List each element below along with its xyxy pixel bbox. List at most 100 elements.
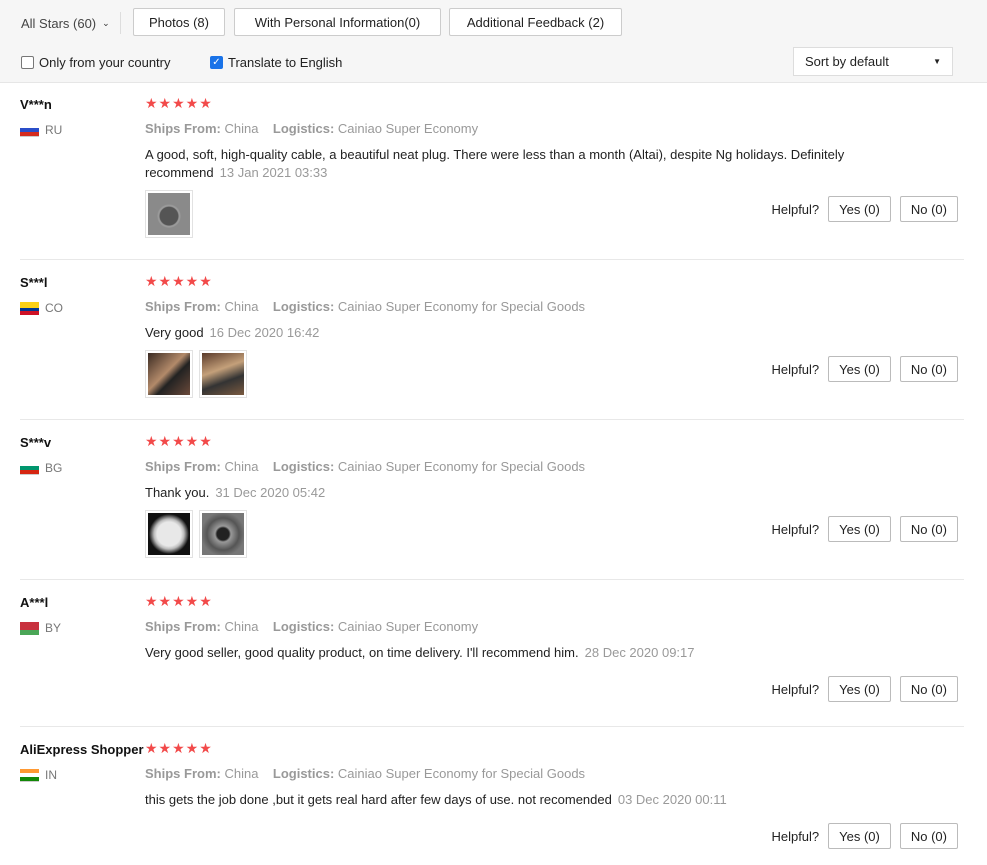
review-item: AliExpress Shopper IN ★★★★★ Ships From: … <box>20 740 964 865</box>
reviewer-country: IN <box>20 768 57 782</box>
review-text: Very good <box>145 325 204 340</box>
review-photos <box>145 510 247 558</box>
sort-dropdown[interactable]: Sort by default ▼ <box>793 47 953 76</box>
reviewer-name: S***v <box>20 435 52 450</box>
chevron-down-icon: ▼ <box>933 57 941 66</box>
translate-checkbox[interactable]: ✓ Translate to English <box>210 55 342 70</box>
reviewer-country: BY <box>20 621 61 635</box>
ships-from-label: Ships From: <box>145 619 221 634</box>
country-code: CO <box>45 301 63 315</box>
checkbox-checked-icon[interactable]: ✓ <box>210 56 223 69</box>
helpful-no-button[interactable]: No (0) <box>899 676 958 702</box>
shipping-info: Ships From: China Logistics: Cainiao Sup… <box>145 619 478 634</box>
ships-from-label: Ships From: <box>145 299 221 314</box>
flag-ru-icon <box>20 123 39 137</box>
review-item: V***n RU ★★★★★ Ships From: China Logisti… <box>20 95 964 260</box>
helpful-vote: Helpful? Yes (0) No (0) <box>771 196 958 222</box>
helpful-label: Helpful? <box>771 681 820 697</box>
sort-label: Sort by default <box>805 54 889 69</box>
ships-from-value: China <box>224 121 259 136</box>
flag-by-icon <box>20 621 39 635</box>
reviewer-name: V***n <box>20 97 52 112</box>
helpful-vote: Helpful? Yes (0) No (0) <box>771 356 958 382</box>
helpful-vote: Helpful? Yes (0) No (0) <box>771 823 958 849</box>
ships-from-value: China <box>224 459 259 474</box>
review-photo-thumbnail[interactable] <box>145 350 193 398</box>
reviewer-country: BG <box>20 461 62 475</box>
country-code: BY <box>45 621 62 635</box>
review-photo-thumbnail[interactable] <box>145 510 193 558</box>
logistics-label: Logistics: <box>272 299 335 314</box>
logistics-value: Cainiao Super Economy for Special Goods <box>337 766 586 781</box>
photos-filter-button[interactable]: Photos (8) <box>133 8 225 36</box>
star-rating: ★★★★★ <box>145 433 213 449</box>
shipping-info: Ships From: China Logistics: Cainiao Sup… <box>145 121 478 136</box>
helpful-yes-button[interactable]: Yes (0) <box>828 516 891 542</box>
star-filter-label: All Stars (60) <box>21 16 97 31</box>
ships-from-value: China <box>224 619 259 634</box>
star-rating: ★★★★★ <box>145 593 213 609</box>
logistics-label: Logistics: <box>272 619 335 634</box>
country-code: RU <box>45 123 63 137</box>
review-item: S***l CO ★★★★★ Ships From: China Logisti… <box>20 273 964 420</box>
ships-from-label: Ships From: <box>145 121 221 136</box>
review-content: Thank you. 31 Dec 2020 05:42 <box>145 484 865 502</box>
helpful-no-button[interactable]: No (0) <box>899 356 958 382</box>
reviewer-name: A***l <box>20 595 49 610</box>
review-photo-thumbnail[interactable] <box>199 350 247 398</box>
reviewer-country: RU <box>20 123 62 137</box>
star-rating: ★★★★★ <box>145 95 213 111</box>
helpful-label: Helpful? <box>771 361 820 377</box>
review-date: 16 Dec 2020 16:42 <box>209 325 320 340</box>
review-content: A good, soft, high-quality cable, a beau… <box>145 146 865 182</box>
logistics-value: Cainiao Super Economy for Special Goods <box>337 299 586 314</box>
logistics-value: Cainiao Super Economy for Special Goods <box>337 459 586 474</box>
review-photo-thumbnail[interactable] <box>145 190 193 238</box>
helpful-yes-button[interactable]: Yes (0) <box>828 356 891 382</box>
logistics-value: Cainiao Super Economy <box>337 121 479 136</box>
review-date: 31 Dec 2020 05:42 <box>215 485 326 500</box>
only-country-checkbox[interactable]: Only from your country <box>21 55 171 70</box>
flag-in-icon <box>20 768 39 782</box>
logistics-label: Logistics: <box>272 766 335 781</box>
review-content: this gets the job done ,but it gets real… <box>145 791 865 809</box>
ships-from-label: Ships From: <box>145 766 221 781</box>
additional-feedback-filter-button[interactable]: Additional Feedback (2) <box>449 8 622 36</box>
helpful-label: Helpful? <box>771 828 820 844</box>
review-text: this gets the job done ,but it gets real… <box>145 792 612 807</box>
divider <box>120 12 121 34</box>
review-photo-thumbnail[interactable] <box>199 510 247 558</box>
helpful-vote: Helpful? Yes (0) No (0) <box>771 516 958 542</box>
review-item: S***v BG ★★★★★ Ships From: China Logisti… <box>20 433 964 580</box>
shipping-info: Ships From: China Logistics: Cainiao Sup… <box>145 299 585 314</box>
translate-label: Translate to English <box>228 55 343 70</box>
review-date: 03 Dec 2020 00:11 <box>617 792 727 807</box>
star-filter-dropdown[interactable]: All Stars (60) ⌄ <box>21 16 110 31</box>
helpful-vote: Helpful? Yes (0) No (0) <box>771 676 958 702</box>
helpful-no-button[interactable]: No (0) <box>899 516 958 542</box>
review-text: Very good seller, good quality product, … <box>145 645 579 660</box>
review-photos <box>145 190 193 238</box>
ships-from-label: Ships From: <box>145 459 221 474</box>
shipping-info: Ships From: China Logistics: Cainiao Sup… <box>145 459 585 474</box>
checkbox-unchecked-icon[interactable] <box>21 56 34 69</box>
ships-from-value: China <box>224 299 259 314</box>
star-rating: ★★★★★ <box>145 740 213 756</box>
filter-bar: All Stars (60) ⌄ Photos (8) With Persona… <box>0 0 987 83</box>
reviewer-name: AliExpress Shopper <box>20 742 144 757</box>
helpful-no-button[interactable]: No (0) <box>899 823 958 849</box>
review-content: Very good seller, good quality product, … <box>145 644 865 662</box>
reviewer-name: S***l <box>20 275 48 290</box>
helpful-yes-button[interactable]: Yes (0) <box>828 823 891 849</box>
flag-co-icon <box>20 301 39 315</box>
shipping-info: Ships From: China Logistics: Cainiao Sup… <box>145 766 585 781</box>
only-country-label: Only from your country <box>39 55 171 70</box>
helpful-yes-button[interactable]: Yes (0) <box>828 676 891 702</box>
personal-info-filter-button[interactable]: With Personal Information(0) <box>234 8 441 36</box>
helpful-yes-button[interactable]: Yes (0) <box>828 196 891 222</box>
flag-bg-icon <box>20 461 39 475</box>
helpful-no-button[interactable]: No (0) <box>899 196 958 222</box>
logistics-label: Logistics: <box>272 459 335 474</box>
logistics-value: Cainiao Super Economy <box>337 619 479 634</box>
review-date: 13 Jan 2021 03:33 <box>219 165 328 180</box>
